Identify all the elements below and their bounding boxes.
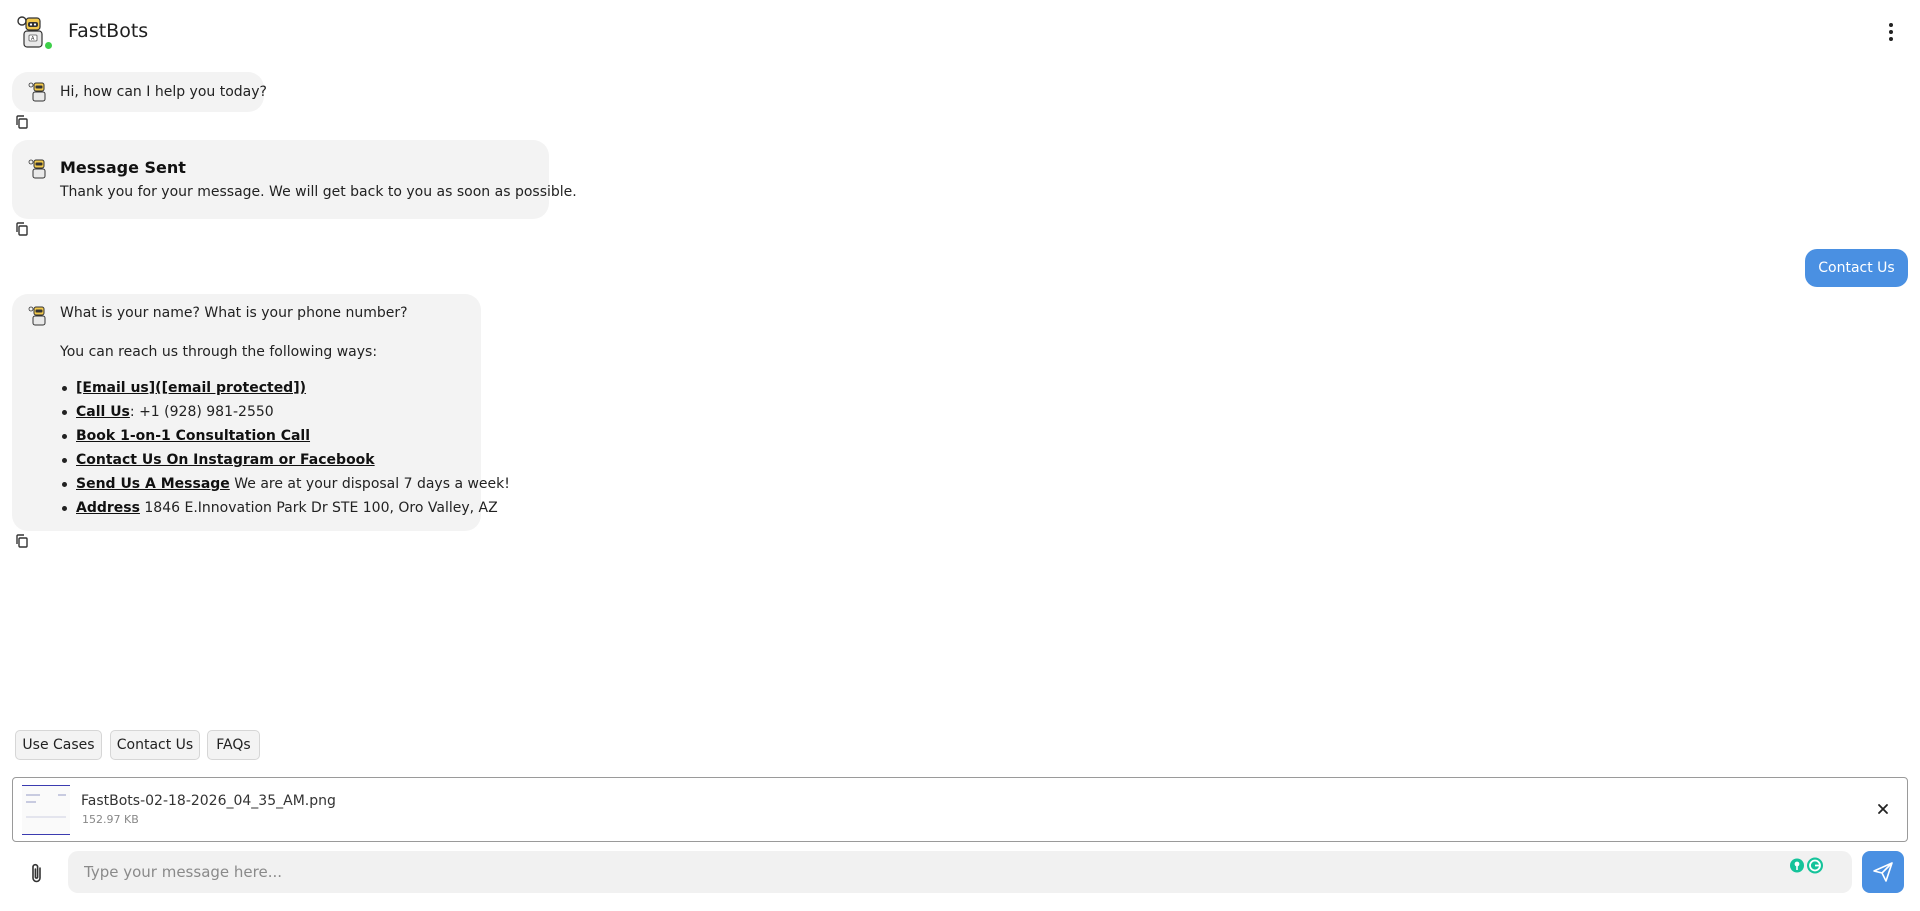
- list-item: Address 1846 E.Innovation Park Dr STE 10…: [60, 499, 510, 523]
- svg-text:A: A: [31, 36, 35, 42]
- send-button[interactable]: [1862, 851, 1904, 893]
- bot-message-greeting: Hi, how can I help you today?: [12, 72, 267, 112]
- attachment-preview: FastBots-02-18-2026_04_35_AM.png 152.97 …: [12, 777, 1908, 842]
- bot-message-contact-info: What is your name? What is your phone nu…: [12, 294, 510, 531]
- list-item-text: We are at your disposal 7 days a week!: [229, 476, 510, 492]
- quick-reply-faqs[interactable]: FAQs: [207, 730, 260, 760]
- bot-avatar-icon: [28, 159, 46, 179]
- message-text: Hi, how can I help you today?: [60, 84, 267, 100]
- app-title: FastBots: [68, 20, 149, 42]
- attachment-thumbnail: [22, 785, 70, 835]
- chat-header: A FastBots: [0, 0, 1920, 64]
- message-title: Message Sent: [60, 158, 186, 177]
- quick-reply-use-cases[interactable]: Use Cases: [15, 730, 102, 760]
- email-link[interactable]: [Email us]([email protected]): [76, 380, 306, 396]
- contact-list: [Email us]([email protected]) Call Us: +…: [60, 379, 510, 523]
- paperclip-icon[interactable]: [28, 862, 46, 884]
- close-icon[interactable]: [1876, 802, 1890, 816]
- copy-icon[interactable]: [15, 115, 29, 129]
- message-intro: You can reach us through the following w…: [60, 344, 378, 360]
- address-link[interactable]: Address: [76, 500, 140, 516]
- copy-icon[interactable]: [15, 222, 29, 236]
- message-question: What is your name? What is your phone nu…: [60, 305, 408, 321]
- social-contact-link[interactable]: Contact Us On Instagram or Facebook: [76, 452, 375, 468]
- user-message: Contact Us: [1805, 249, 1908, 287]
- kebab-menu-icon[interactable]: [1880, 20, 1902, 44]
- online-status-dot: [43, 40, 54, 51]
- message-input[interactable]: [68, 851, 1852, 893]
- bot-avatar-icon: [28, 82, 46, 102]
- send-icon: [1873, 862, 1893, 882]
- list-item-text: 1846 E.Innovation Park Dr STE 100, Oro V…: [139, 500, 498, 516]
- list-item: Call Us: +1 (928) 981-2550: [60, 403, 510, 427]
- copy-icon[interactable]: [15, 534, 29, 548]
- bot-avatar-icon: [28, 306, 46, 326]
- quick-reply-contact-us[interactable]: Contact Us: [110, 730, 200, 760]
- list-item: Contact Us On Instagram or Facebook: [60, 451, 510, 475]
- send-message-link[interactable]: Send Us A Message: [76, 476, 230, 492]
- call-us-link[interactable]: Call Us: [76, 404, 130, 420]
- attachment-file-name: FastBots-02-18-2026_04_35_AM.png: [81, 793, 336, 809]
- list-item-text: : +1 (928) 981-2550: [129, 404, 274, 420]
- list-item: Book 1-on-1 Consultation Call: [60, 427, 510, 451]
- bot-message-sent: Message Sent Thank you for your message.…: [12, 140, 577, 219]
- message-text: Thank you for your message. We will get …: [60, 184, 577, 200]
- list-item: [Email us]([email protected]): [60, 379, 510, 403]
- book-consultation-link[interactable]: Book 1-on-1 Consultation Call: [76, 428, 310, 444]
- attachment-file-size: 152.97 KB: [82, 813, 139, 826]
- list-item: Send Us A Message We are at your disposa…: [60, 475, 510, 499]
- grammar-extension-icons[interactable]: [1789, 857, 1825, 874]
